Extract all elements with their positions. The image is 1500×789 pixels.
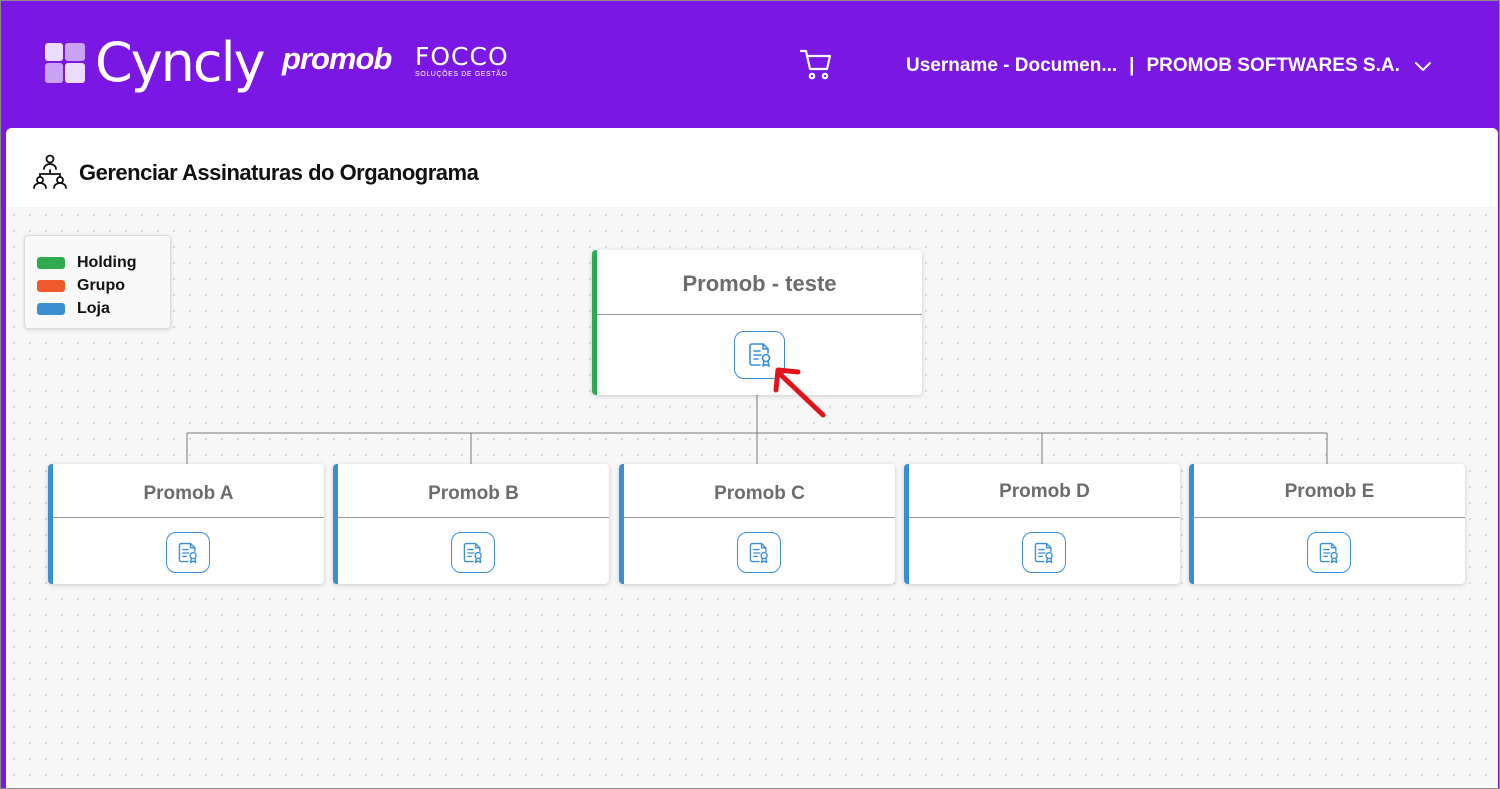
legend-swatch [37,302,65,315]
node-type-bar [619,464,624,584]
annotation-arrow [773,367,826,418]
signed-document-icon [1034,542,1053,563]
org-node-child[interactable]: Promob D [904,464,1180,584]
focco-logo-tagline: SOLUÇÕES DE GESTÃO [415,71,508,78]
legend-label: Grupo [77,276,125,294]
node-name: Promob A [143,483,234,504]
org-chart-canvas[interactable]: Holding Grupo Loja Promob - teste Promob… [6,207,1498,788]
legend-item-loja: Loja [37,297,170,320]
node-name: Promob B [428,483,519,504]
signed-document-icon [749,542,768,563]
org-node-child[interactable]: Promob E [1189,464,1465,584]
node-divider [909,517,1180,518]
legend-label: Holding [77,253,137,271]
legend-swatch [37,279,65,292]
org-node-root[interactable]: Promob - teste [592,250,922,418]
node-divider [338,517,609,518]
top-header: Cyncly promob FOCCO SOLUÇÕES DE GESTÃO U… [1,1,1499,129]
user-account-menu[interactable]: Username - Documen... | PROMOB SOFTWARES… [906,55,1432,77]
signed-document-icon [463,542,482,563]
content-panel: Gerenciar Assinaturas do Organograma Hol… [6,128,1498,788]
app-window: Cyncly promob FOCCO SOLUÇÕES DE GESTÃO U… [0,0,1500,789]
org-node-child[interactable]: Promob A [48,464,324,584]
node-divider [597,314,922,315]
legend-item-grupo: Grupo [37,274,170,297]
cyncly-logo-mark-icon [45,43,85,83]
node-type-bar [48,464,53,584]
org-chart-icon [33,154,67,189]
node-divider [1194,517,1465,518]
node-name: Promob C [714,483,805,504]
signed-document-icon [1319,542,1338,563]
legend-swatch [37,256,65,269]
node-type-bar [333,464,338,584]
manage-signatures-button[interactable] [166,532,210,573]
company-label: PROMOB SOFTWARES S.A. [1146,55,1400,76]
node-name: Promob E [1284,481,1375,502]
page-title-bar: Gerenciar Assinaturas do Organograma [6,128,1498,207]
node-name: Promob D [999,481,1090,502]
org-node-child[interactable]: Promob B [333,464,609,584]
legend-item-holding: Holding [37,251,170,274]
node-divider [624,517,895,518]
focco-logo-text: FOCCO [415,42,509,71]
org-node-child[interactable]: Promob C [619,464,895,584]
signed-document-icon [178,542,197,563]
manage-signatures-button[interactable] [737,532,781,573]
node-divider [53,517,324,518]
legend: Holding Grupo Loja [24,235,171,329]
cart-icon[interactable] [799,47,833,81]
node-name: Promob - teste [682,271,837,296]
manage-signatures-button[interactable] [1022,532,1066,573]
user-company-separator: | [1129,55,1135,76]
chevron-down-icon[interactable] [1414,57,1432,75]
promob-logo[interactable]: promob [282,41,392,77]
legend-label: Loja [77,299,110,317]
page-title: Gerenciar Assinaturas do Organograma [79,160,479,185]
cyncly-logo[interactable]: Cyncly [45,31,266,94]
focco-logo[interactable]: FOCCO SOLUÇÕES DE GESTÃO [415,42,509,78]
username-label: Username - Documen... [906,55,1118,76]
manage-signatures-button[interactable] [1307,532,1351,573]
cyncly-logo-text: Cyncly [95,31,266,94]
manage-signatures-button[interactable] [451,532,495,573]
